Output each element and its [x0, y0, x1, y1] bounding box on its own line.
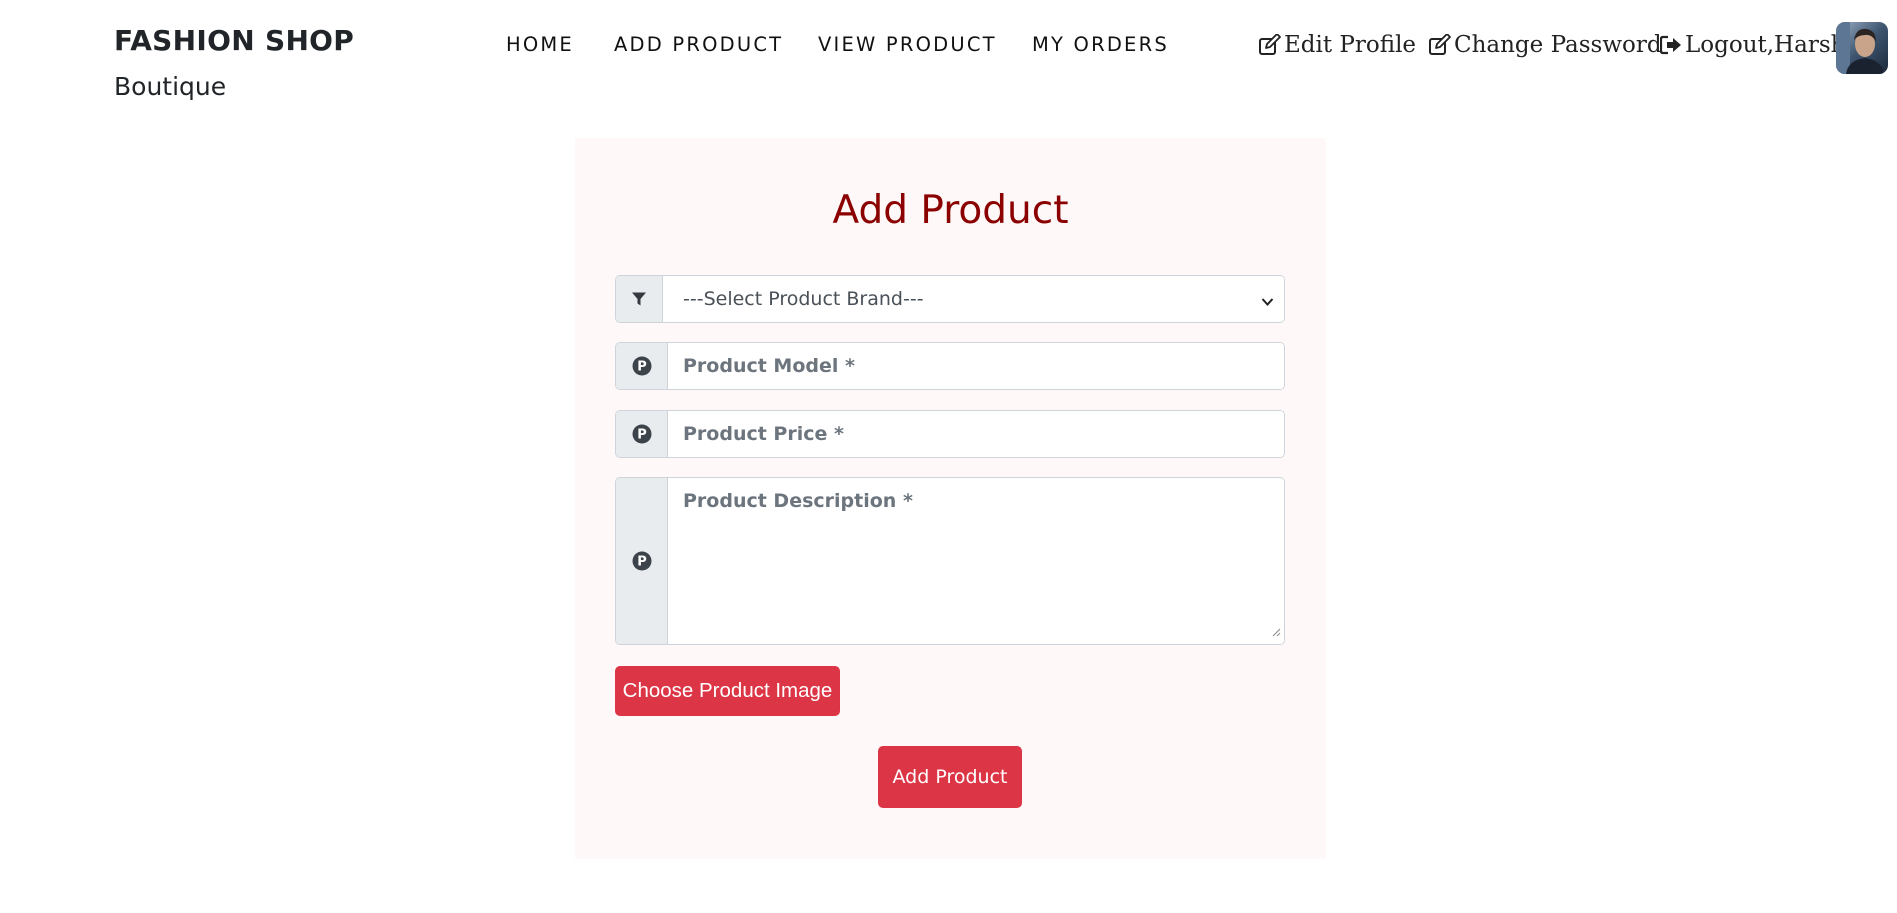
edit-profile-label: Edit Profile: [1284, 32, 1417, 58]
page-title: Add Product: [832, 188, 1069, 233]
parking-circle-icon: P: [616, 478, 668, 644]
product-price-input[interactable]: [668, 411, 1284, 457]
avatar[interactable]: [1836, 22, 1888, 74]
add-product-button[interactable]: Add Product: [878, 746, 1022, 808]
edit-profile-link[interactable]: Edit Profile: [1258, 29, 1416, 61]
nav-home-link[interactable]: HOME: [506, 33, 574, 56]
svg-text:P: P: [637, 360, 647, 375]
change-password-link[interactable]: Change Password: [1428, 29, 1662, 61]
nav-view-product-link[interactable]: VIEW PRODUCT: [818, 33, 997, 56]
logout-icon: [1660, 35, 1683, 55]
logout-link[interactable]: Logout,Harsh: [1660, 29, 1845, 61]
product-price-group: P: [615, 410, 1285, 458]
svg-text:P: P: [637, 555, 647, 570]
nav-my-orders-link[interactable]: MY ORDERS: [1032, 33, 1169, 56]
parking-circle-icon: P: [616, 411, 668, 457]
nav-add-product-link[interactable]: ADD PRODUCT: [614, 33, 783, 56]
choose-product-image-button[interactable]: Choose Product Image: [615, 666, 840, 716]
product-description-group: P: [615, 477, 1285, 645]
brand-subtitle: Boutique: [114, 72, 227, 101]
edit-icon: [1258, 34, 1282, 56]
product-model-input[interactable]: [668, 343, 1284, 389]
product-description-textarea[interactable]: [668, 478, 1284, 644]
logout-label: Logout,Harsh: [1685, 32, 1846, 58]
change-password-label: Change Password: [1454, 32, 1662, 58]
brand-select-group: ---Select Product Brand---: [615, 275, 1285, 323]
filter-icon: [616, 276, 663, 322]
add-product-card: Add Product ---Select Product Brand--- P: [575, 138, 1326, 859]
product-model-group: P: [615, 342, 1285, 390]
brand-title[interactable]: FASHION SHOP: [114, 24, 354, 57]
edit-icon: [1428, 34, 1452, 56]
brand-select[interactable]: ---Select Product Brand---: [663, 276, 1284, 322]
svg-text:P: P: [637, 428, 647, 443]
parking-circle-icon: P: [616, 343, 668, 389]
